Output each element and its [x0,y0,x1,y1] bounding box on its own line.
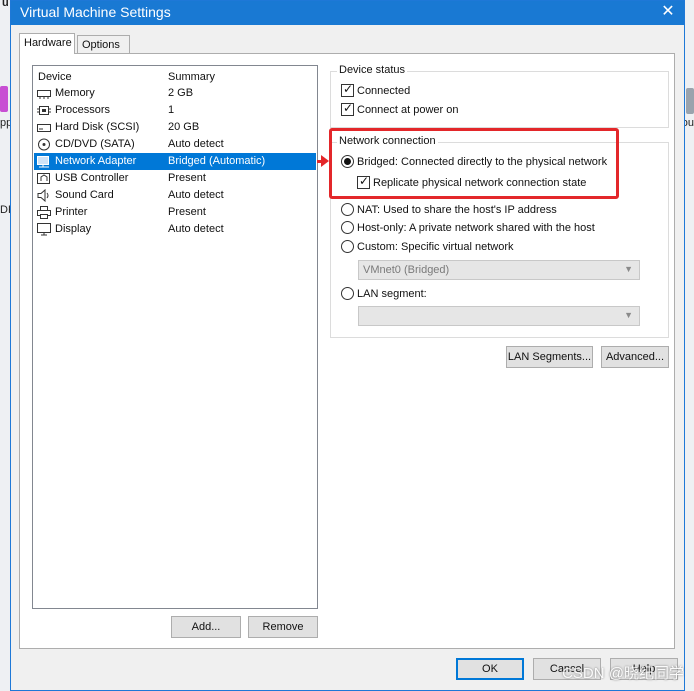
device-name: USB Controller [55,172,129,184]
device-row-cd-dvd[interactable]: CD/DVD (SATA) Auto detect [34,136,316,153]
vm-settings-dialog: Virtual Machine Settings ✕ Hardware Opti… [10,0,685,691]
device-row-processors[interactable]: Processors 1 [34,102,316,119]
connected-checkbox[interactable]: ✓ Connected [341,82,411,97]
device-name: Processors [55,104,111,116]
device-summary: 1 [168,104,175,116]
lan-segment-radio[interactable]: LAN segment: [341,287,427,300]
connected-label: Connected [357,84,411,97]
device-status-group: Device status ✓ Connected ✓ Connect at p… [330,64,669,128]
device-name: Display [55,223,92,235]
radio-circle [341,287,354,300]
device-name: Memory [55,87,95,99]
custom-radio[interactable]: Custom: Specific virtual network [341,240,514,253]
device-list[interactable]: Device Summary Memory 2 GB Processors 1 … [32,65,318,609]
desktop-app-icon [0,86,8,112]
device-summary: 2 GB [168,87,194,99]
lan-segment-select[interactable]: ▼ [358,306,640,326]
window-title: Virtual Machine Settings [20,4,171,20]
tab-hardware[interactable]: Hardware [19,33,75,54]
host-only-label: Host-only: A private network shared with… [357,221,595,234]
device-name: Network Adapter [55,155,137,167]
device-summary: Present [168,206,206,218]
device-summary: Auto detect [168,189,224,201]
host-only-radio[interactable]: Host-only: A private network shared with… [341,221,595,234]
custom-label: Custom: Specific virtual network [357,240,514,253]
summary-column-header: Summary [168,71,216,83]
lan-segment-label: LAN segment: [357,287,427,300]
ok-button[interactable]: OK [456,658,524,680]
device-row-printer[interactable]: Printer Present [34,204,316,221]
nat-radio[interactable]: NAT: Used to share the host's IP address [341,203,557,216]
device-row-usb-controller[interactable]: USB Controller Present [34,170,316,187]
nat-label: NAT: Used to share the host's IP address [357,203,557,216]
device-summary: Auto detect [168,223,224,235]
device-row-hard-disk[interactable]: Hard Disk (SCSI) 20 GB [34,119,316,136]
device-column-header: Device [38,71,72,83]
desktop-app-icon [686,88,694,114]
device-name: Printer [55,206,88,218]
device-row-memory[interactable]: Memory 2 GB [34,85,316,102]
desktop-text: u [2,0,9,9]
connect-at-power-on-label: Connect at power on [357,103,459,116]
annotation-highlight-box [329,128,619,199]
sound-card-icon [37,188,51,203]
processor-icon [37,104,51,117]
watermark: CSDN @晓纪同学 [562,665,684,682]
checkbox-box: ✓ [341,101,354,116]
device-name: Hard Disk (SCSI) [55,121,140,133]
connect-at-power-on-checkbox[interactable]: ✓ Connect at power on [341,101,459,116]
memory-icon [37,87,51,100]
device-status-title: Device status [337,64,408,76]
network-adapter-icon [37,155,51,168]
title-bar: Virtual Machine Settings ✕ [11,1,684,25]
check-icon: ✓ [343,101,354,115]
device-summary: Present [168,172,206,184]
radio-circle [341,221,354,234]
printer-icon [37,206,51,219]
hardware-panel: Device Summary Memory 2 GB Processors 1 … [19,53,675,649]
add-device-button[interactable]: Add... [171,616,241,638]
annotation-arrow-icon [321,155,329,167]
radio-circle [341,240,354,253]
cd-dvd-icon [37,138,51,151]
close-icon[interactable]: ✕ [658,2,678,22]
hard-disk-icon [37,121,51,134]
lan-segments-button[interactable]: LAN Segments... [506,346,593,368]
radio-circle [341,203,354,216]
custom-network-value: VMnet0 (Bridged) [363,264,450,276]
advanced-button[interactable]: Advanced... [601,346,669,368]
device-name: CD/DVD (SATA) [55,138,135,150]
display-icon [37,223,51,236]
checkbox-box: ✓ [341,82,354,97]
remove-device-button[interactable]: Remove [248,616,318,638]
chevron-down-icon: ▼ [624,264,633,274]
custom-network-select[interactable]: VMnet0 (Bridged) ▼ [358,260,640,280]
device-row-sound-card[interactable]: Sound Card Auto detect [34,187,316,204]
device-row-network-adapter[interactable]: Network Adapter Bridged (Automatic) [34,153,316,170]
device-summary: 20 GB [168,121,200,133]
device-name: Sound Card [55,189,114,201]
device-row-display[interactable]: Display Auto detect [34,221,316,238]
tab-options[interactable]: Options [77,35,130,54]
device-summary: Auto detect [168,138,224,150]
device-summary: Bridged (Automatic) [168,155,266,167]
check-icon: ✓ [343,82,354,96]
chevron-down-icon: ▼ [624,310,633,320]
usb-icon [37,172,51,185]
